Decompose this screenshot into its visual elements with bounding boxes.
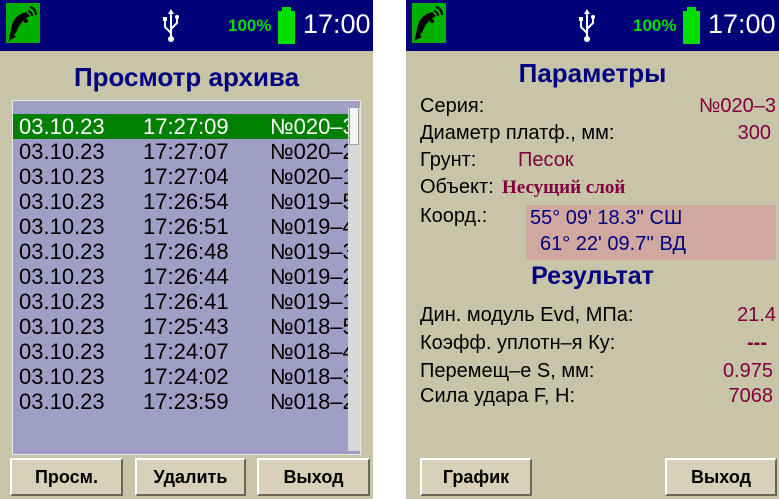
archive-list: 03.10.23 17:27:09 №020–3 03.10.23 17:27:07 №… bbox=[12, 100, 361, 455]
list-item[interactable]: 03.10.23 17:23:59 №018–2 bbox=[13, 389, 358, 414]
soil-value: Песок bbox=[518, 149, 574, 171]
series-label: Серия: bbox=[420, 95, 485, 117]
diameter-value: 300 bbox=[737, 122, 771, 144]
f-label: Сила удара F, Н: bbox=[420, 385, 576, 407]
status-bar: 100% 17:00 bbox=[0, 0, 373, 51]
evd-value: 21.4 bbox=[737, 304, 776, 326]
list-item[interactable]: 03.10.23 17:24:02 №018–3 bbox=[13, 364, 358, 389]
series-value: №020–3 bbox=[698, 95, 776, 117]
view-button[interactable]: Просм. bbox=[10, 458, 123, 496]
satellite-icon bbox=[412, 3, 446, 43]
ky-label: Коэфф. уплотн–я Ку: bbox=[420, 332, 616, 354]
scrollbar[interactable] bbox=[348, 107, 360, 451]
diameter-label: Диаметр платф., мм: bbox=[420, 122, 615, 144]
soil-label: Грунт: bbox=[420, 149, 477, 171]
evd-label: Дин. модуль Evd, МПа: bbox=[420, 304, 634, 326]
list-item[interactable]: 03.10.23 17:26:44 №019–2 bbox=[13, 264, 358, 289]
object-label: Объект: bbox=[420, 176, 494, 198]
satellite-icon bbox=[6, 3, 40, 43]
exit-button[interactable]: Выход bbox=[665, 458, 777, 496]
list-item[interactable]: 03.10.23 17:24:07 №018–4 bbox=[13, 339, 358, 364]
list-item[interactable]: 03.10.23 17:27:09 №020–3 bbox=[13, 114, 358, 139]
list-item[interactable]: 03.10.23 17:26:54 №019–5 bbox=[13, 189, 358, 214]
page-title: Просмотр архива bbox=[73, 62, 300, 92]
params-title: Параметры bbox=[518, 58, 667, 88]
coord-label: Коорд.: bbox=[420, 205, 488, 227]
delete-button[interactable]: Удалить bbox=[135, 458, 246, 496]
s-label: Перемещ–е S, мм: bbox=[420, 360, 595, 382]
battery-percent: 100% bbox=[633, 16, 677, 35]
battery-icon bbox=[683, 7, 700, 44]
scrollbar-thumb[interactable] bbox=[349, 107, 359, 145]
clock: 17:00 bbox=[708, 9, 776, 39]
graph-button[interactable]: График bbox=[420, 458, 532, 496]
usb-icon bbox=[163, 9, 179, 42]
status-bar: 100% 17:00 bbox=[406, 0, 779, 51]
coordinates-box: 55° 09' 18.3'' СШ 61° 22' 09.7'' ВД bbox=[526, 205, 776, 260]
list-item[interactable]: 03.10.23 17:26:41 №019–1 bbox=[13, 289, 358, 314]
list-item[interactable]: 03.10.23 17:27:07 №020–2 bbox=[13, 139, 358, 164]
clock: 17:00 bbox=[303, 9, 371, 39]
list-item[interactable]: 03.10.23 17:25:43 №018–5 bbox=[13, 314, 358, 339]
list-item[interactable]: 03.10.23 17:26:48 №019–3 bbox=[13, 239, 358, 264]
object-value: Несущий слой bbox=[502, 177, 626, 198]
coord-longitude: 61° 22' 09.7'' ВД bbox=[540, 233, 686, 255]
f-value: 7068 bbox=[728, 385, 774, 407]
results-screen: 100% 17:00 Параметры Серия: №020–3 Диаме… bbox=[406, 0, 779, 499]
archive-screen: 100% 17:00 Просмотр архива 03.10.23 17:27… bbox=[0, 0, 373, 499]
coord-latitude: 55° 09' 18.3'' СШ bbox=[530, 207, 683, 229]
ky-value: --- bbox=[747, 332, 767, 354]
result-title: Результат bbox=[531, 262, 654, 290]
exit-button[interactable]: Выход bbox=[257, 458, 370, 496]
list-item[interactable]: 03.10.23 17:27:04 №020–1 bbox=[13, 164, 358, 189]
usb-icon bbox=[579, 9, 595, 42]
list-item[interactable]: 03.10.23 17:26:51 №019–4 bbox=[13, 214, 358, 239]
battery-percent: 100% bbox=[228, 16, 272, 35]
battery-icon bbox=[278, 7, 295, 44]
s-value: 0.975 bbox=[722, 360, 773, 382]
